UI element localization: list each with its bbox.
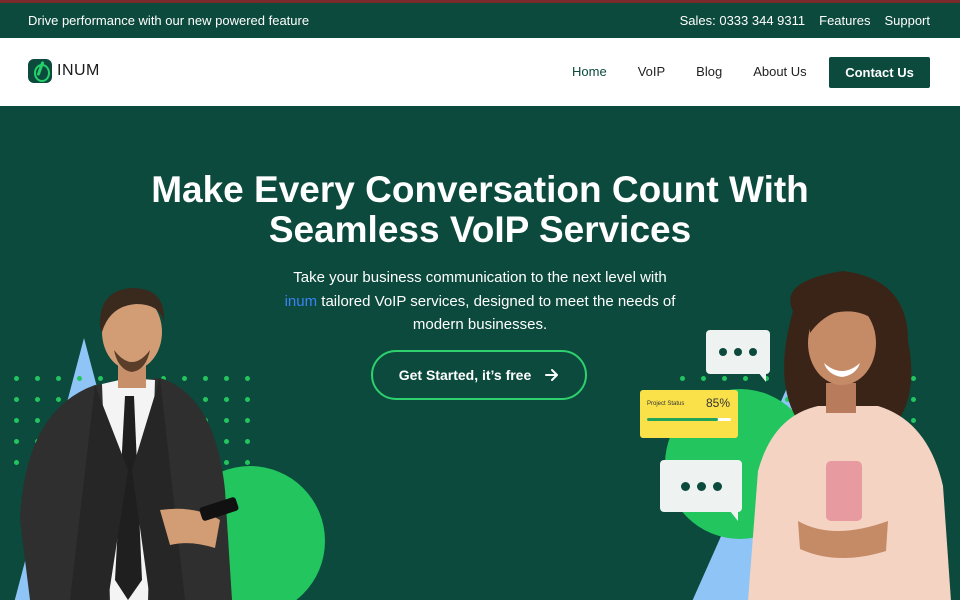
promo-text: Drive performance with our new powered f… <box>28 13 310 28</box>
arrow-right-icon <box>545 369 559 381</box>
businessman-with-phone-image <box>20 288 239 600</box>
get-started-label: Get Started, it’s free <box>398 367 532 383</box>
decorative-dot <box>701 376 706 381</box>
topbar-links: Sales: 0333 344 9311 Features Support <box>680 13 930 28</box>
decorative-dot <box>701 439 706 444</box>
project-status-label: Project Status <box>647 401 685 407</box>
nav-menu: Home VoIP Blog About Us <box>572 64 838 79</box>
decorative-dot <box>722 376 727 381</box>
hero-subtitle-line-2: tailored VoIP services, designed to meet… <box>317 292 676 310</box>
nav-item-home[interactable]: Home <box>572 64 607 79</box>
hero-title: Make Every Conversation Count With Seaml… <box>0 170 960 250</box>
project-status-card: Project Status 85% <box>640 390 738 438</box>
logo-text: INUM <box>57 62 100 79</box>
woman-with-phone-image <box>748 271 951 600</box>
sales-phone-link[interactable]: Sales: 0333 344 9311 <box>680 13 806 28</box>
nav-item-voip[interactable]: VoIP <box>638 64 665 79</box>
nav-item-blog[interactable]: Blog <box>696 64 722 79</box>
chat-bubble-icon-large <box>660 460 742 521</box>
logo-icon <box>28 59 52 83</box>
get-started-button[interactable]: Get Started, it’s free <box>371 350 587 400</box>
hero-subtitle: Take your business communication to the … <box>230 266 730 337</box>
project-status-track <box>647 418 731 421</box>
nav-item-about-us[interactable]: About Us <box>753 64 806 79</box>
project-status-percent: 85% <box>705 396 730 410</box>
main-navbar: INUM Home VoIP Blog About Us Contact Us <box>0 38 960 106</box>
features-link[interactable]: Features <box>819 13 870 28</box>
decorative-dot <box>722 439 727 444</box>
project-status-fill <box>647 418 719 421</box>
hero-subtitle-line-1: Take your business communication to the … <box>293 269 667 286</box>
hero-section: Make Every Conversation Count With Seaml… <box>0 106 960 600</box>
logo[interactable]: INUM <box>28 59 100 83</box>
decorative-dot <box>680 439 685 444</box>
decorative-dot <box>680 376 685 381</box>
hero-title-line-1: Make Every Conversation Count With <box>151 169 809 210</box>
top-announcement-bar: Drive performance with our new powered f… <box>0 0 960 38</box>
brand-highlight-link[interactable]: inum <box>285 293 318 310</box>
support-link[interactable]: Support <box>884 13 930 28</box>
hero-title-line-2: Seamless VoIP Services <box>268 209 692 250</box>
contact-us-button[interactable]: Contact Us <box>829 57 930 88</box>
hero-subtitle-line-3: modern businesses. <box>412 316 548 333</box>
